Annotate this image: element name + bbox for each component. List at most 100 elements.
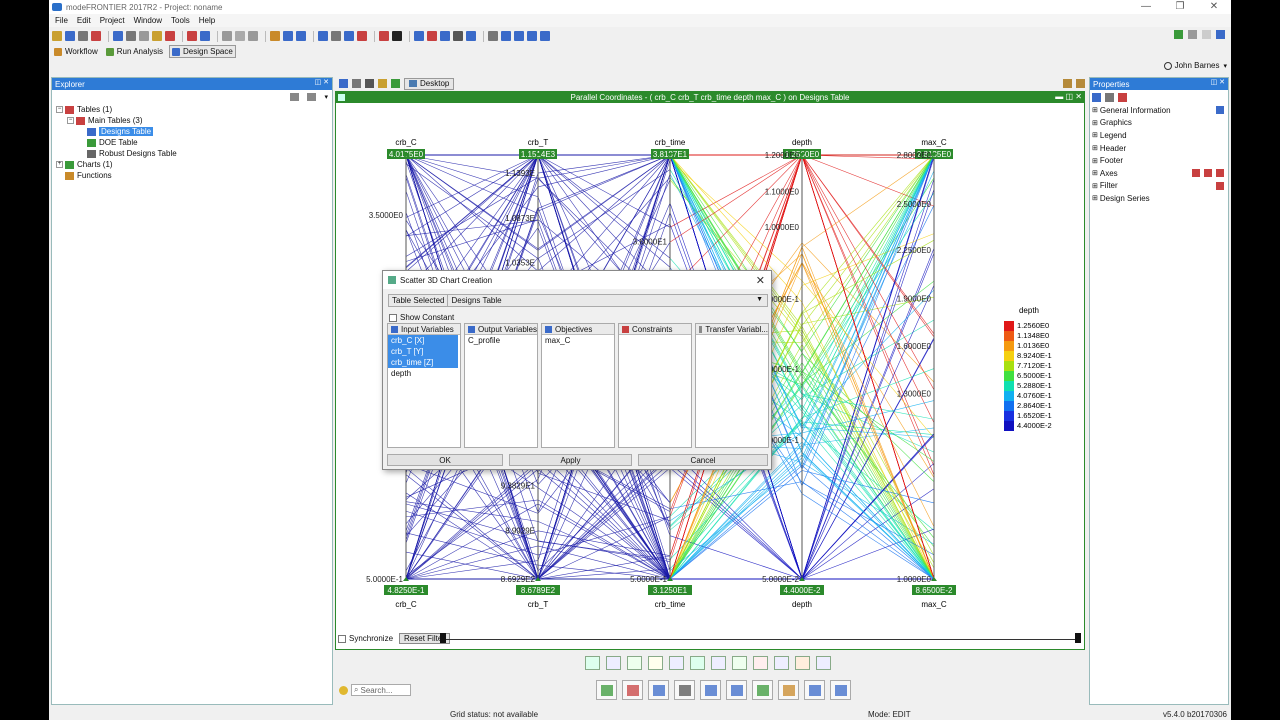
chart-type-1-icon[interactable] [585, 656, 600, 670]
property-action-icon[interactable] [1192, 168, 1200, 177]
toolbar-tool-30-icon[interactable] [501, 31, 511, 41]
table-icon[interactable] [352, 79, 361, 88]
toolbar-tool-21-icon[interactable] [357, 31, 367, 41]
collapse-icon[interactable] [290, 93, 300, 101]
chart-tool-6-icon[interactable] [726, 680, 747, 700]
variable-list-item[interactable]: max_C [542, 335, 614, 346]
chart-type-3-icon[interactable] [627, 656, 642, 670]
chart-type-6-icon[interactable] [690, 656, 705, 670]
toolbar-tool-13-icon[interactable] [235, 31, 245, 41]
toolbar-tool-23-icon[interactable] [392, 31, 402, 41]
chart-type-4-icon[interactable] [648, 656, 663, 670]
property-item[interactable]: ⊞ General Information [1090, 104, 1228, 117]
toolbar-tool-27-icon[interactable] [453, 31, 463, 41]
table-select-dropdown[interactable]: Table Selected Designs Table ▼ [388, 294, 768, 307]
filter-slider-right-handle[interactable] [1075, 633, 1081, 643]
chart-type-5-icon[interactable] [669, 656, 684, 670]
toolbar-tool-10-icon[interactable] [187, 31, 197, 41]
toolbar-tool-26-icon[interactable] [440, 31, 450, 41]
variable-list-item[interactable]: depth [388, 368, 460, 379]
toolbar-tool-18-icon[interactable] [318, 31, 328, 41]
tree-item[interactable]: − Tables (1) [56, 104, 332, 115]
toolbar-tool-8-icon[interactable] [152, 31, 162, 41]
expand-icon[interactable]: ⊞ [1092, 144, 1098, 152]
toolbar-tool-29-icon[interactable] [488, 31, 498, 41]
chart-type-10-icon[interactable] [774, 656, 789, 670]
chart-tool-5-icon[interactable] [700, 680, 721, 700]
toolbar-tool-14-icon[interactable] [248, 31, 258, 41]
grid-icon[interactable] [391, 79, 400, 88]
toolbar-tool-1-icon[interactable] [52, 31, 62, 41]
toolbar-tool-4-icon[interactable] [91, 31, 101, 41]
dialog-close-button[interactable]: ✕ [756, 274, 765, 287]
chart-type-2-icon[interactable] [606, 656, 621, 670]
cancel-button[interactable]: Cancel [638, 454, 768, 466]
property-item[interactable]: ⊞ Design Series [1090, 192, 1228, 205]
chart-window-controls[interactable]: ▬ ◫ ✕ [1055, 92, 1082, 101]
workflow-button[interactable]: Workflow [52, 46, 100, 57]
sort-icon[interactable] [1092, 92, 1101, 102]
tree-item[interactable]: DOE Table [56, 137, 332, 148]
expand-icon[interactable]: ⊞ [1092, 119, 1098, 127]
toolbar-tool-15-icon[interactable] [270, 31, 280, 41]
variable-list-item[interactable]: crb_C [X] [388, 335, 458, 346]
toolbar-tool-7-icon[interactable] [139, 31, 149, 41]
menu-window[interactable]: Window [134, 16, 162, 25]
tree-item[interactable]: Robust Designs Table [56, 148, 332, 159]
toolbar-tool-2-icon[interactable] [65, 31, 75, 41]
toolbar-tool-28-icon[interactable] [466, 31, 476, 41]
property-item[interactable]: ⊞ Graphics [1090, 117, 1228, 130]
panel-controls[interactable]: ◫ ✕ [315, 78, 329, 86]
chevron-down-icon[interactable]: ▾ [324, 93, 328, 101]
toolbar-tool-9-icon[interactable] [165, 31, 175, 41]
tree-expander-icon[interactable]: − [67, 117, 74, 124]
filter-icon[interactable] [1105, 92, 1114, 102]
property-item[interactable]: ⊞ Header [1090, 142, 1228, 155]
toolbar-tool-17-icon[interactable] [296, 31, 306, 41]
expand-icon[interactable]: ⊞ [1092, 131, 1098, 139]
menu-tools[interactable]: Tools [171, 16, 190, 25]
expand-icon[interactable]: ⊞ [1092, 182, 1098, 190]
user-menu[interactable]: John Barnes ▾ [1163, 61, 1227, 70]
menu-edit[interactable]: Edit [77, 16, 91, 25]
tree-expander-icon[interactable]: + [56, 161, 63, 168]
toolbar-tool-22-icon[interactable] [379, 31, 389, 41]
panel-controls[interactable]: ◫ ✕ [1211, 78, 1225, 86]
run-icon[interactable] [1174, 30, 1183, 39]
toolbar-tool-31-icon[interactable] [514, 31, 524, 41]
expand-icon[interactable]: ⊞ [1092, 157, 1098, 165]
variable-list-item[interactable]: C_profile [465, 335, 537, 346]
property-item[interactable]: ⊞ Footer [1090, 154, 1228, 167]
menu-file[interactable]: File [55, 16, 68, 25]
toolbar-tool-16-icon[interactable] [283, 31, 293, 41]
property-action-icon[interactable] [1204, 168, 1212, 177]
expand-icon[interactable] [307, 93, 317, 101]
close-window-button[interactable]: ✕ [1197, 0, 1231, 14]
chart-type-8-icon[interactable] [732, 656, 747, 670]
search-input[interactable]: ⌕ Search... [351, 684, 411, 696]
show-constant-checkbox[interactable] [389, 313, 397, 322]
toolbar-tool-24-icon[interactable] [414, 31, 424, 41]
property-action-icon[interactable] [1216, 181, 1224, 190]
minimize-button[interactable]: — [1129, 0, 1163, 14]
property-action-icon[interactable] [1216, 106, 1224, 114]
expand-icon[interactable]: ⊞ [1092, 169, 1098, 177]
synchronize-checkbox[interactable] [338, 634, 346, 643]
toolbar-tool-5-icon[interactable] [113, 31, 123, 41]
toolbar-tool-32-icon[interactable] [527, 31, 537, 41]
variable-list-item[interactable]: crb_T [Y] [388, 346, 458, 357]
expand-icon[interactable]: ⊞ [1092, 194, 1098, 202]
filter-slider-left-handle[interactable] [440, 633, 446, 643]
menu-project[interactable]: Project [100, 16, 125, 25]
property-action-icon[interactable] [1216, 168, 1224, 177]
chart-type-11-icon[interactable] [795, 656, 810, 670]
tree-item[interactable]: − Main Tables (3) [56, 115, 332, 126]
chart-tool-10-icon[interactable] [830, 680, 851, 700]
chart-type-7-icon[interactable] [711, 656, 726, 670]
toolbar-tool-33-icon[interactable] [540, 31, 550, 41]
wrench-icon[interactable] [1188, 30, 1197, 39]
text-icon[interactable] [365, 79, 374, 88]
ok-button[interactable]: OK [387, 454, 503, 466]
style-icon[interactable] [1118, 92, 1127, 102]
image-icon[interactable] [378, 79, 387, 88]
